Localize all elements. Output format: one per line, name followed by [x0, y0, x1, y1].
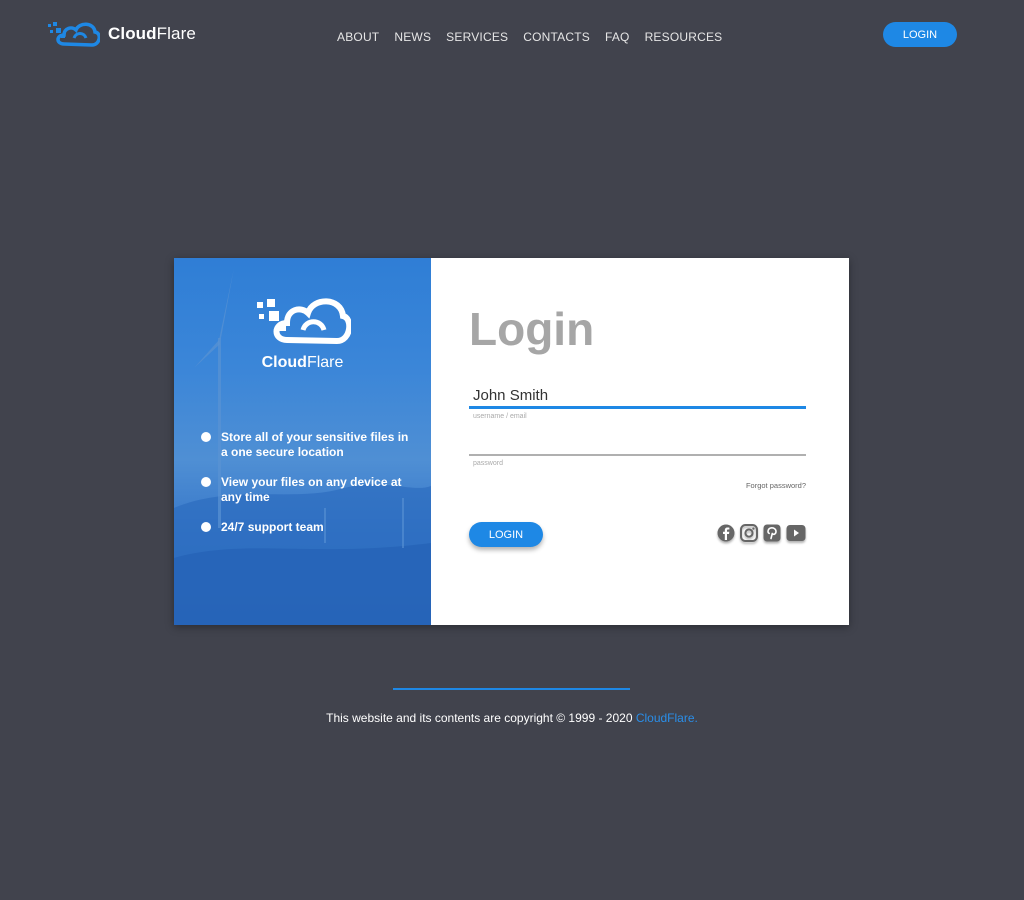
nav-faq[interactable]: FAQ — [605, 30, 630, 44]
login-card: CloudFlare Store all of your sensitive f… — [174, 258, 849, 625]
password-field-group: password — [469, 432, 806, 467]
footer-divider — [393, 688, 630, 690]
nav-about[interactable]: ABOUT — [337, 30, 379, 44]
main-nav: ABOUT NEWS SERVICES CONTACTS FAQ RESOURC… — [337, 30, 737, 44]
feature-list: Store all of your sensitive files in a o… — [201, 430, 411, 550]
header-logo[interactable]: CloudFlare — [48, 18, 196, 50]
feature-item: Store all of your sensitive files in a o… — [201, 430, 411, 460]
feature-text: Store all of your sensitive files in a o… — [221, 430, 409, 459]
logo-text-bold: Cloud — [108, 24, 157, 43]
login-form-panel: Login username / email password Forgot p… — [431, 258, 849, 625]
cloud-logo-icon — [48, 22, 100, 47]
bullet-icon — [201, 432, 211, 442]
feature-text: View your files on any device at any tim… — [221, 475, 402, 504]
feature-item: 24/7 support team — [201, 520, 411, 535]
bullet-icon — [201, 477, 211, 487]
forgot-password-link[interactable]: Forgot password? — [746, 481, 806, 490]
username-input[interactable] — [469, 384, 806, 406]
facebook-icon[interactable] — [717, 524, 735, 542]
feature-text: 24/7 support team — [221, 520, 324, 534]
logo-text: CloudFlare — [108, 24, 196, 44]
brand-text-bold: Cloud — [261, 354, 307, 371]
header-login-button[interactable]: LOGIN — [883, 22, 957, 47]
copyright-text: This website and its contents are copyri… — [326, 711, 636, 725]
username-field-group: username / email — [469, 384, 806, 420]
username-hint: username / email — [473, 413, 527, 420]
feature-item: View your files on any device at any tim… — [201, 475, 411, 505]
pinterest-icon[interactable] — [763, 524, 781, 542]
card-promo-panel: CloudFlare Store all of your sensitive f… — [174, 258, 431, 625]
footer-brand-link[interactable]: CloudFlare. — [636, 711, 698, 725]
nav-services[interactable]: SERVICES — [446, 30, 508, 44]
instagram-icon[interactable] — [740, 524, 758, 542]
password-hint: password — [473, 460, 503, 467]
page-title: Login — [469, 303, 595, 355]
brand-text-light: Flare — [306, 354, 344, 371]
bullet-icon — [201, 522, 211, 532]
logo-text-light: Flare — [156, 24, 196, 43]
login-submit-button[interactable]: LOGIN — [469, 522, 543, 547]
footer-copyright: This website and its contents are copyri… — [0, 711, 1024, 725]
social-links — [712, 524, 806, 542]
brand-text: CloudFlare — [174, 354, 431, 372]
nav-resources[interactable]: RESOURCES — [645, 30, 723, 44]
nav-news[interactable]: NEWS — [394, 30, 431, 44]
username-underline — [469, 406, 806, 409]
nav-contacts[interactable]: CONTACTS — [523, 30, 590, 44]
password-input[interactable] — [469, 432, 806, 454]
card-brand: CloudFlare — [174, 292, 431, 372]
password-underline — [469, 454, 806, 456]
cloud-brand-icon — [256, 298, 351, 345]
youtube-icon[interactable] — [786, 524, 806, 542]
